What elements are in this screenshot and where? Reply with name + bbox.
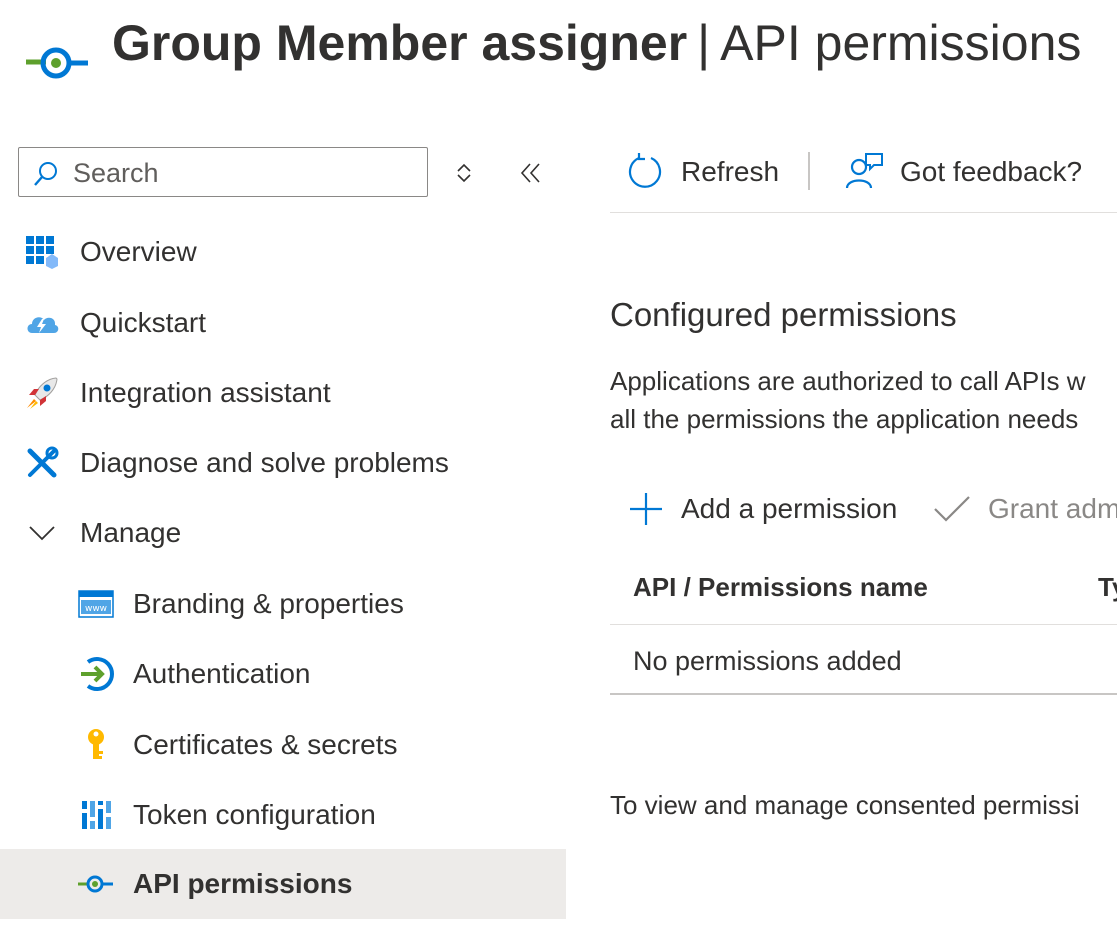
refresh-icon [628, 153, 662, 188]
sidebar-item-token-configuration[interactable]: Token configuration [0, 780, 566, 850]
sidebar-item-label: Overview [80, 236, 197, 267]
sidebar-item-diagnose[interactable]: Diagnose and solve problems [0, 428, 566, 498]
sort-toggle-icon[interactable] [452, 160, 476, 186]
quickstart-cloud-icon [27, 317, 59, 333]
collapse-sidebar-icon[interactable] [518, 160, 544, 186]
column-header-type: Ty [1098, 572, 1117, 602]
sidebar-item-authentication[interactable]: Authentication [0, 639, 566, 709]
api-permissions-icon [78, 875, 113, 893]
sidebar-item-quickstart[interactable]: Quickstart [0, 288, 566, 358]
sidebar-item-label: Authentication [133, 658, 311, 689]
feedback-icon [845, 153, 883, 189]
description-line: all the permissions the application need… [610, 404, 1079, 434]
sidebar-item-label: Manage [80, 517, 182, 548]
api-permissions-icon [26, 42, 90, 82]
footer-note: To view and manage consented permissi [610, 790, 1080, 820]
search-input[interactable] [71, 156, 415, 190]
svg-text:www: www [85, 604, 107, 614]
plus-icon [630, 493, 662, 525]
sidebar-item-label: Branding & properties [133, 588, 404, 619]
sidebar-item-label: Token configuration [133, 799, 376, 830]
page-title: Group Member assigner | API permissions [112, 10, 1081, 76]
search-icon [34, 162, 57, 186]
description-line: Applications are authorized to call APIs… [610, 366, 1086, 396]
column-header-name: API / Permissions name [633, 572, 928, 602]
branding-www-icon: www [78, 590, 114, 618]
key-icon [88, 729, 104, 759]
sidebar-item-api-permissions[interactable]: API permissions [0, 849, 566, 919]
section-description: Applications are authorized to call APIs… [610, 362, 1117, 438]
sidebar-item-label: Integration assistant [80, 377, 331, 408]
sidebar-item-label: Diagnose and solve problems [80, 447, 449, 478]
rocket-icon [27, 377, 58, 409]
table-header-row: API / Permissions name Ty [610, 556, 1117, 625]
overview-icon [26, 236, 58, 269]
grant-admin-consent-button[interactable]: Grant adm [932, 484, 1117, 534]
tools-icon [27, 446, 59, 478]
checkmark-icon [934, 496, 970, 522]
feedback-button[interactable]: Got feedback? [844, 140, 1117, 204]
sidebar-item-label: API permissions [133, 868, 353, 899]
app-name: Group Member assigner [112, 15, 688, 71]
section-title: API permissions [720, 15, 1082, 71]
table-row: No permissions added [610, 625, 1117, 695]
grant-admin-consent-label: Grant adm [988, 493, 1117, 524]
sidebar-item-overview[interactable]: Overview [0, 217, 566, 287]
sidebar-item-label: Certificates & secrets [133, 729, 398, 760]
refresh-label: Refresh [681, 156, 780, 187]
sidebar-group-manage[interactable]: Manage [0, 498, 566, 568]
feedback-label: Got feedback? [900, 156, 1083, 187]
search-box[interactable] [18, 147, 428, 197]
chevron-down-icon [29, 526, 55, 541]
token-bars-icon [82, 801, 111, 829]
authentication-icon [81, 657, 114, 691]
sidebar-item-certificates[interactable]: Certificates & secrets [0, 710, 566, 780]
add-permission-button[interactable]: Add a permission [628, 484, 908, 534]
sidebar-item-label: Quickstart [80, 307, 207, 338]
sidebar-item-integration-assistant[interactable]: Integration assistant [0, 358, 566, 428]
sidebar-item-branding[interactable]: www Branding & properties [0, 569, 566, 639]
refresh-button[interactable]: Refresh [626, 140, 796, 204]
toolbar-divider [808, 152, 810, 190]
add-permission-label: Add a permission [681, 493, 898, 524]
section-heading: Configured permissions [610, 296, 957, 333]
toolbar: Refresh Got feedback? [610, 140, 1117, 213]
title-separator: | [697, 15, 711, 71]
empty-state-text: No permissions added [633, 646, 902, 676]
